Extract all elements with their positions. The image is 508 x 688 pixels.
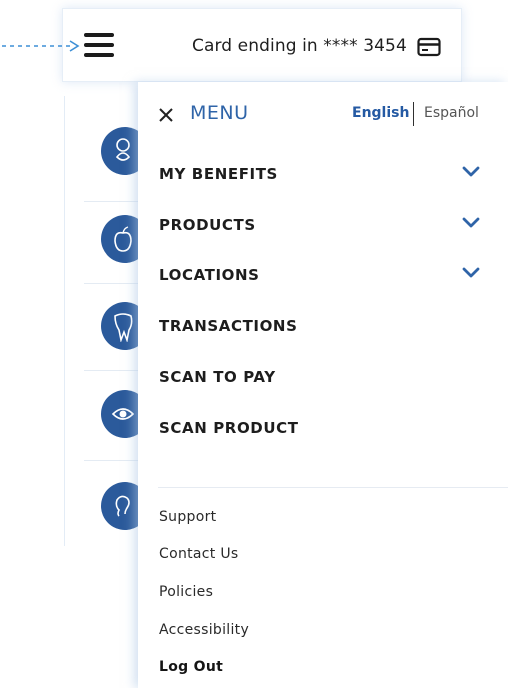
chevron-down-icon[interactable]	[462, 166, 480, 178]
language-english-link[interactable]: English	[352, 105, 409, 121]
menu-item-transactions[interactable]: TRANSACTIONS	[159, 315, 489, 339]
log-out-link[interactable]: Log Out	[159, 659, 223, 675]
chevron-down-icon[interactable]	[462, 267, 480, 279]
app-screen: Card ending in **** 3454 MENU English Es…	[0, 0, 508, 688]
menu-item-label: LOCATIONS	[159, 266, 260, 284]
side-menu: MENU English Español MY BENEFITS PRODUCT…	[138, 82, 508, 688]
close-icon[interactable]	[157, 106, 175, 124]
policies-link[interactable]: Policies	[159, 584, 213, 600]
support-link[interactable]: Support	[159, 509, 216, 525]
menu-item-locations[interactable]: LOCATIONS	[159, 264, 489, 288]
menu-item-label: PRODUCTS	[159, 216, 256, 234]
menu-item-label: SCAN TO PAY	[159, 368, 276, 386]
menu-item-products[interactable]: PRODUCTS	[159, 214, 489, 238]
menu-item-label: MY BENEFITS	[159, 165, 278, 183]
language-spanish-link[interactable]: Español	[424, 105, 479, 121]
menu-divider	[158, 487, 508, 488]
contact-us-link[interactable]: Contact Us	[159, 546, 238, 562]
credit-card-icon[interactable]	[417, 37, 441, 57]
accessibility-link[interactable]: Accessibility	[159, 622, 249, 638]
card-ending-label: Card ending in **** 3454	[192, 36, 407, 56]
chevron-down-icon[interactable]	[462, 217, 480, 229]
menu-item-my-benefits[interactable]: MY BENEFITS	[159, 163, 489, 187]
hamburger-menu-icon[interactable]	[84, 31, 116, 63]
menu-item-label: SCAN PRODUCT	[159, 419, 299, 437]
menu-item-label: TRANSACTIONS	[159, 317, 298, 335]
pointer-arrow-icon	[2, 40, 80, 52]
menu-item-scan-to-pay[interactable]: SCAN TO PAY	[159, 366, 489, 390]
menu-item-scan-product[interactable]: SCAN PRODUCT	[159, 417, 489, 441]
menu-title: MENU	[190, 102, 249, 124]
language-separator	[413, 102, 414, 126]
